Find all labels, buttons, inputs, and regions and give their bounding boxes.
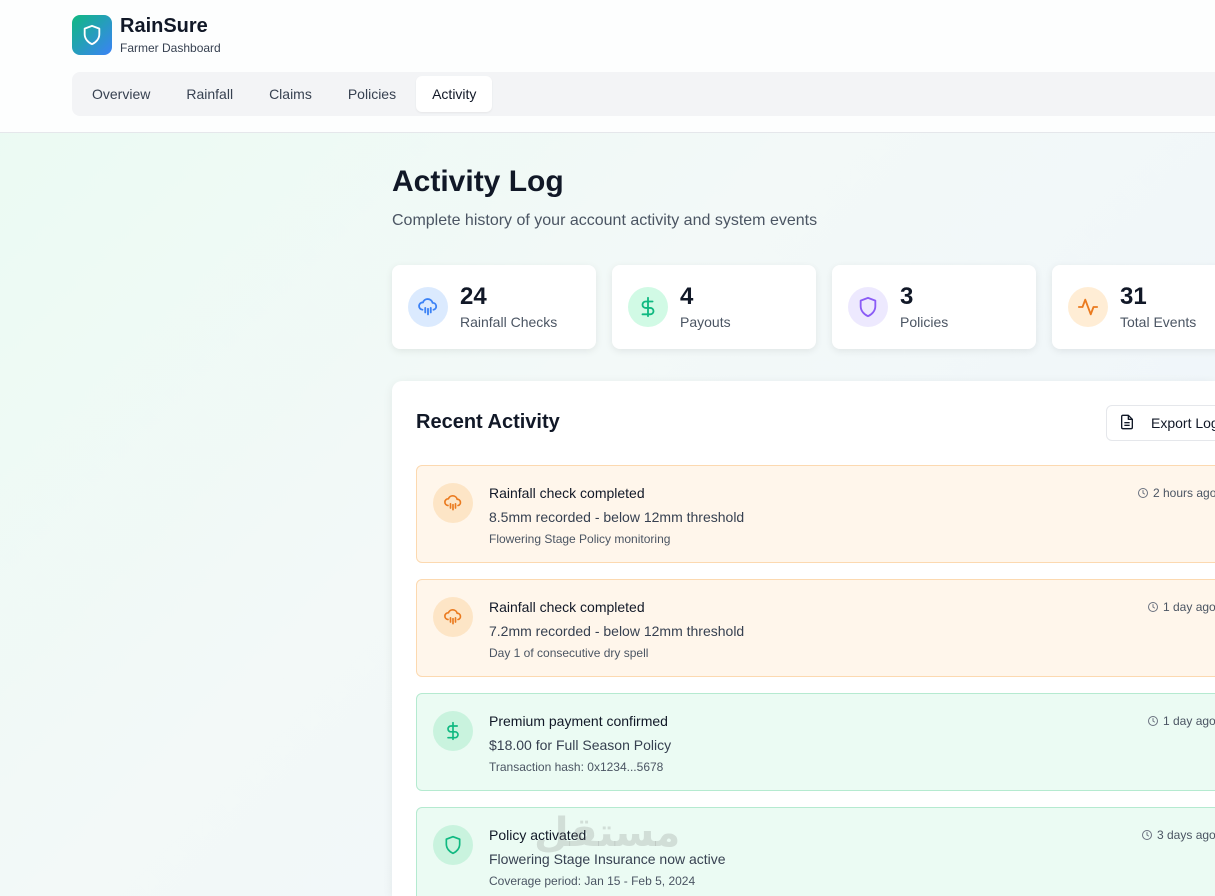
- dollar-icon: [628, 287, 668, 327]
- activity-title: Rainfall check completed: [489, 599, 645, 615]
- activity-time: 1 day ago: [1147, 600, 1215, 614]
- clock-icon: [1148, 602, 1158, 612]
- activity-item[interactable]: Policy activated Flowering Stage Insuran…: [416, 807, 1215, 896]
- stat-card-total-events: 31 Total Events: [1052, 265, 1215, 349]
- export-log-label: Export Log: [1151, 415, 1215, 431]
- cloud-rain-icon: [433, 483, 473, 523]
- activity-title: Rainfall check completed: [489, 485, 645, 501]
- stat-label: Total Events: [1120, 314, 1197, 330]
- activity-meta: Flowering Stage Policy monitoring: [489, 532, 671, 546]
- activity-meta: Day 1 of consecutive dry spell: [489, 646, 649, 660]
- activity-meta: Coverage period: Jan 15 - Feb 5, 2024: [489, 874, 696, 888]
- page-title: Activity Log: [392, 165, 564, 198]
- cloud-rain-icon: [408, 287, 448, 327]
- stat-label: Rainfall Checks: [460, 314, 558, 330]
- stat-value: 24: [460, 283, 487, 310]
- clock-icon: [1148, 716, 1158, 726]
- page-subtitle: Complete history of your account activit…: [392, 212, 818, 229]
- activity-title: Policy activated: [489, 827, 587, 843]
- activity-meta: Transaction hash: 0x1234...5678: [489, 760, 664, 774]
- activity-description: Flowering Stage Insurance now active: [489, 851, 726, 867]
- activity-item[interactable]: Premium payment confirmed $18.00 for Ful…: [416, 693, 1215, 791]
- activity-description: 7.2mm recorded - below 12mm threshold: [489, 623, 745, 639]
- stat-label: Payouts: [680, 314, 731, 330]
- activity-time-label: 1 day ago: [1163, 600, 1215, 614]
- stat-card-policies: 3 Policies: [832, 265, 1036, 349]
- stat-card-rainfall-checks: 24 Rainfall Checks: [392, 265, 596, 349]
- cloud-rain-icon: [433, 597, 473, 637]
- shield-icon: [433, 825, 473, 865]
- activity-item[interactable]: Rainfall check completed 8.5mm recorded …: [416, 465, 1215, 563]
- tab-claims[interactable]: Claims: [253, 76, 328, 112]
- clock-icon: [1138, 488, 1148, 498]
- activity-title: Premium payment confirmed: [489, 713, 668, 729]
- shield-icon: [72, 15, 112, 55]
- activity-time: 2 hours ago: [1137, 486, 1215, 500]
- section-title: Recent Activity: [416, 411, 560, 433]
- stat-value: 31: [1120, 283, 1147, 310]
- tab-policies[interactable]: Policies: [332, 76, 412, 112]
- activity-description: 8.5mm recorded - below 12mm threshold: [489, 509, 745, 525]
- stat-card-payouts: 4 Payouts: [612, 265, 816, 349]
- activity-time-label: 3 days ago: [1157, 828, 1215, 842]
- app-header: RainSure Farmer Dashboard Overview Rainf…: [0, 0, 1215, 133]
- brand[interactable]: RainSure Farmer Dashboard: [72, 14, 221, 56]
- stat-value: 3: [900, 283, 914, 310]
- tab-rainfall[interactable]: Rainfall: [170, 76, 249, 112]
- brand-subtitle: Farmer Dashboard: [120, 41, 221, 55]
- activity-time-label: 1 day ago: [1163, 714, 1215, 728]
- brand-name: RainSure: [120, 15, 208, 37]
- recent-activity-card: Recent Activity Export Log Rainfall chec…: [392, 381, 1215, 896]
- activity-item[interactable]: Rainfall check completed 7.2mm recorded …: [416, 579, 1215, 677]
- tab-activity[interactable]: Activity: [416, 76, 493, 112]
- shield-icon: [848, 287, 888, 327]
- export-log-button[interactable]: Export Log: [1106, 405, 1215, 441]
- activity-time: 1 day ago: [1147, 714, 1215, 728]
- file-text-icon: [1119, 414, 1135, 433]
- tab-bar: Overview Rainfall Claims Policies Activi…: [72, 72, 1215, 116]
- clock-icon: [1142, 830, 1152, 840]
- stat-label: Policies: [900, 314, 949, 330]
- activity-description: $18.00 for Full Season Policy: [489, 737, 672, 753]
- dollar-icon: [433, 711, 473, 751]
- activity-time: 3 days ago: [1141, 828, 1215, 842]
- tab-overview[interactable]: Overview: [76, 76, 166, 112]
- activity-time-label: 2 hours ago: [1153, 486, 1215, 500]
- activity-icon: [1068, 287, 1108, 327]
- stat-value: 4: [680, 283, 694, 310]
